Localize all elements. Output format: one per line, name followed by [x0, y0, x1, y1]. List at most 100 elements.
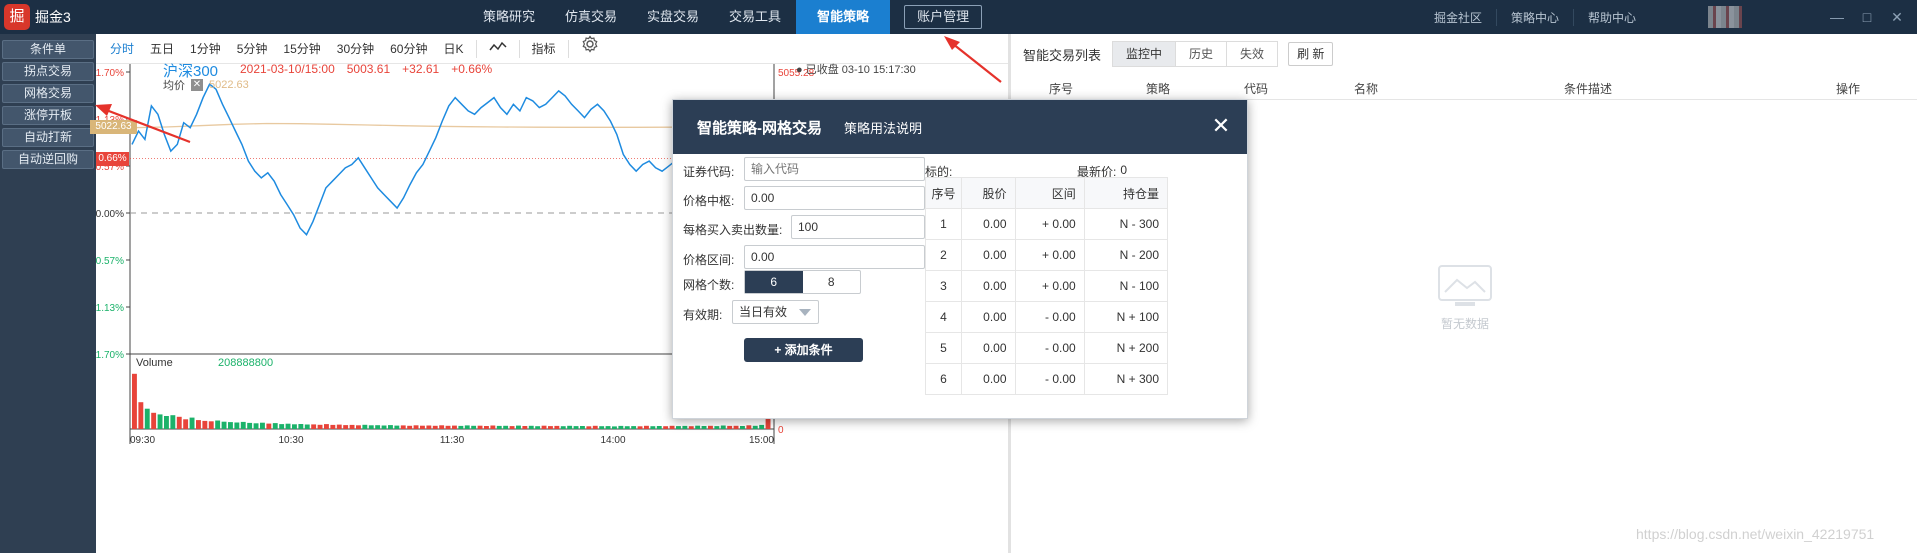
period-60min[interactable]: 60分钟 [382, 34, 435, 64]
volume-bar [458, 425, 464, 429]
gear-icon[interactable] [573, 34, 607, 64]
volume-bar [196, 420, 201, 429]
volume-bar [349, 424, 355, 429]
volume-bar [375, 425, 381, 429]
volume-tick-label: 0 [778, 425, 784, 436]
volume-bar [157, 414, 163, 429]
volume-bar [432, 425, 438, 429]
user-avatar[interactable] [1708, 6, 1742, 28]
grid-count-selector: 6 8 [744, 270, 861, 294]
link-help-center[interactable]: 帮助中心 [1573, 8, 1650, 26]
x-tick-label: 09:30 [130, 435, 155, 446]
period-15min[interactable]: 15分钟 [275, 34, 328, 64]
sidebar-item-auto-ipo[interactable]: 自动打新 [2, 128, 94, 147]
period-5min[interactable]: 5分钟 [229, 34, 276, 64]
column-header-code[interactable]: 代码 [1226, 78, 1286, 100]
cell-range: + 0.00 [1014, 208, 1085, 240]
cell-price: 0.00 [961, 363, 1016, 395]
sidebar-item-inflection-trading[interactable]: 拐点交易 [2, 62, 94, 81]
column-header-strategy[interactable]: 策略 [1128, 78, 1188, 100]
sidebar-item-auto-reverse-repo[interactable]: 自动逆回购 [2, 150, 94, 169]
tab-monitoring[interactable]: 监控中 [1112, 41, 1177, 67]
price-center-input[interactable]: 0.00 [744, 186, 925, 210]
volume-bar [548, 426, 553, 429]
column-header-position: 持仓量 [1083, 177, 1169, 209]
line-chart-icon[interactable] [481, 34, 515, 64]
volume-bar [336, 424, 342, 429]
column-header-range: 区间 [1014, 177, 1085, 209]
period-daily-k[interactable]: 日K [435, 34, 471, 64]
nav-strategy-research[interactable]: 策略研究 [468, 0, 550, 34]
chart-toolbar: 分时 五日 1分钟 5分钟 15分钟 30分钟 60分钟 日K 指标 [96, 34, 1008, 64]
grid-count-option-8[interactable]: 8 [803, 271, 861, 293]
period-30min[interactable]: 30分钟 [329, 34, 382, 64]
strategy-help-link[interactable]: 策略用法说明 [844, 118, 922, 137]
volume-bar [676, 426, 681, 429]
nav-trading-tools[interactable]: 交易工具 [714, 0, 796, 34]
grid-count-option-6[interactable]: 6 [745, 271, 803, 293]
volume-bar [388, 425, 393, 429]
close-icon[interactable]: ✕ [1209, 114, 1233, 138]
volume-bar [260, 422, 265, 429]
empty-data-text: 暂无数据 [1440, 317, 1489, 331]
sidebar-item-grid-trading[interactable]: 网格交易 [2, 84, 94, 103]
sidebar-item-limit-up-open[interactable]: 涨停开板 [2, 106, 94, 125]
grid-levels-table: 序号 股价 区间 持仓量 1 0.00 + 0.00 N - 300 2 0.00 + 0… [925, 177, 1169, 395]
volume-bar [138, 402, 144, 429]
nav-account-management[interactable]: 账户管理 [904, 5, 983, 29]
column-header-name[interactable]: 名称 [1336, 78, 1396, 100]
table-row: 4 0.00- 0.00 N + 100 [925, 301, 1169, 333]
logo-icon: 掘 [4, 4, 30, 30]
y-tick-label: -1.13% [96, 303, 124, 314]
quantity-input[interactable]: 100 [791, 215, 925, 239]
link-community[interactable]: 掘金社区 [1420, 9, 1496, 26]
close-legend-icon[interactable]: ✕ [191, 79, 203, 91]
volume-value: 208888800 [218, 357, 274, 369]
volume-bar [746, 425, 752, 429]
volume-bar [580, 426, 585, 429]
price-interval-label: 价格区间: [683, 253, 735, 267]
volume-bar [272, 423, 278, 429]
minimize-icon[interactable]: — [1830, 9, 1844, 25]
nav-smart-strategy[interactable]: 智能策略 [796, 0, 891, 34]
panel-title: 智能交易列表 [1023, 47, 1102, 63]
avg-price-tag: 5022.63 [90, 120, 137, 134]
add-condition-button[interactable]: + 添加条件 [744, 338, 863, 362]
sidebar-item-conditional-order[interactable]: 条件单 [2, 40, 94, 59]
column-header-index[interactable]: 序号 [1031, 78, 1091, 100]
nav-live-trading[interactable]: 实盘交易 [632, 0, 714, 34]
x-tick-label: 14:00 [600, 435, 625, 446]
cell-position: N - 300 [1083, 208, 1169, 240]
table-row: 6 0.00- 0.00 N + 300 [925, 363, 1169, 395]
price-interval-input[interactable]: 0.00 [744, 245, 925, 269]
link-strategy-center[interactable]: 策略中心 [1496, 8, 1573, 26]
x-tick-label: 11:30 [440, 435, 465, 446]
period-five-day[interactable]: 五日 [142, 34, 182, 64]
close-icon[interactable]: ✕ [1890, 9, 1904, 26]
security-code-input[interactable] [744, 157, 925, 181]
dialog-header: 智能策略-网格交易 策略用法说明 ✕ [673, 100, 1247, 154]
period-1min[interactable]: 1分钟 [182, 34, 229, 64]
volume-bar [733, 425, 739, 430]
nav-simulated-trading[interactable]: 仿真交易 [550, 0, 632, 34]
maximize-icon[interactable]: □ [1860, 9, 1874, 25]
tab-history[interactable]: 历史 [1175, 41, 1228, 67]
volume-bar [650, 426, 656, 429]
refresh-button[interactable]: 刷 新 [1288, 42, 1334, 66]
column-header-condition[interactable]: 条件描述 [1538, 78, 1638, 100]
quantity-label: 每格买入卖出数量: [683, 223, 783, 237]
main-nav: 策略研究 仿真交易 实盘交易 交易工具 智能策略 账户管理 [468, 0, 983, 34]
volume-bar [164, 416, 169, 429]
cell-position: N + 300 [1083, 363, 1169, 395]
volume-bar [183, 419, 189, 430]
validity-select[interactable]: 当日有效 [732, 300, 819, 324]
indicator-button[interactable]: 指标 [524, 34, 564, 64]
cell-price: 0.00 [961, 270, 1016, 302]
market-status-text: 已收盘 03-10 15:17:30 [805, 64, 916, 76]
volume-bar [381, 425, 387, 429]
period-intraday[interactable]: 分时 [102, 34, 142, 64]
volume-bar [215, 420, 221, 429]
volume-bar [484, 426, 489, 429]
column-header-action[interactable]: 操作 [1818, 78, 1878, 100]
tab-expired[interactable]: 失效 [1226, 41, 1279, 67]
